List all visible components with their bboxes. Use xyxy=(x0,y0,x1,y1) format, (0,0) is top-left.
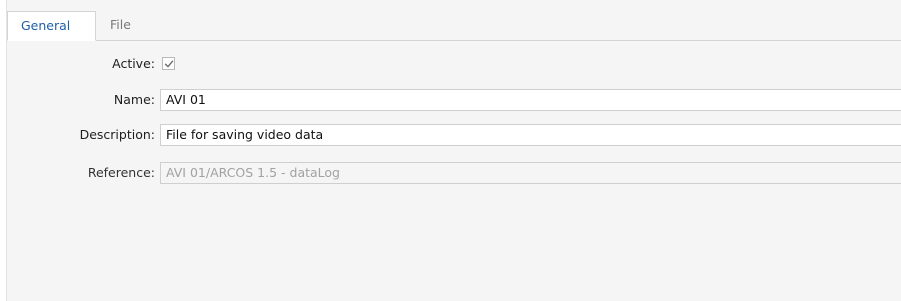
name-field[interactable]: AVI 01 xyxy=(160,89,901,111)
active-checkbox[interactable] xyxy=(162,57,175,70)
tab-file[interactable]: File xyxy=(110,11,131,40)
name-label: Name: xyxy=(113,92,155,107)
reference-row: Reference: AVI 01/ARCOS 1.5 - dataLog xyxy=(7,162,901,184)
properties-panel: General File Active: Name: AVI 01 Descri… xyxy=(6,0,901,301)
description-label: Description: xyxy=(79,127,155,142)
general-form: Active: Name: AVI 01 Description: File f… xyxy=(7,41,901,301)
description-row: Description: File for saving video data xyxy=(7,124,901,146)
description-field[interactable]: File for saving video data xyxy=(160,124,901,146)
name-row: Name: AVI 01 xyxy=(7,89,901,111)
reference-label: Reference: xyxy=(87,165,155,180)
reference-field: AVI 01/ARCOS 1.5 - dataLog xyxy=(160,162,901,184)
tab-strip: General File xyxy=(7,0,901,41)
active-label: Active: xyxy=(112,56,155,71)
active-row: Active: xyxy=(7,53,901,75)
tab-general[interactable]: General xyxy=(7,11,96,41)
checkmark-icon xyxy=(164,60,174,68)
